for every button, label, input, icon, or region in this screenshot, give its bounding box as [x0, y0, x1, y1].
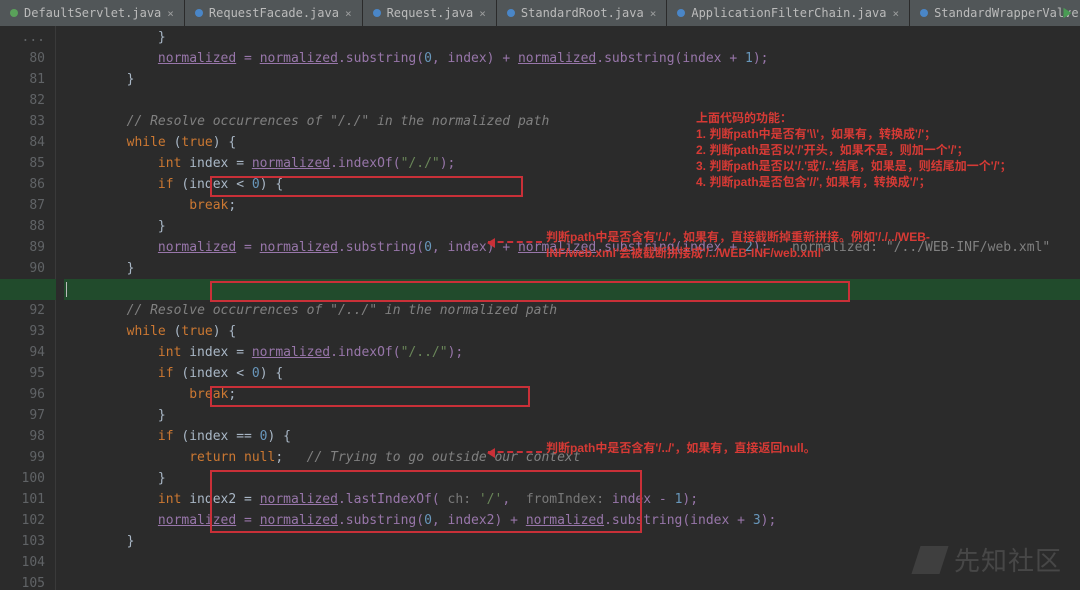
line-number: 88 [0, 216, 45, 237]
line-number: 103 [0, 531, 45, 552]
code-line-86[interactable]: int index = normalized.indexOf("/./"); [64, 153, 1080, 174]
line-number: 93 [0, 321, 45, 342]
close-tab-icon[interactable]: × [479, 7, 486, 20]
code-line-105[interactable] [64, 552, 1080, 573]
code-line-83[interactable] [64, 90, 1080, 111]
java-file-icon [195, 9, 203, 17]
code-line-102[interactable]: int index2 = normalized.lastIndexOf( ch:… [64, 489, 1080, 510]
line-number: 105 [0, 573, 45, 590]
code-line-89[interactable]: } [64, 216, 1080, 237]
line-number: 99 [0, 447, 45, 468]
tab-label: ApplicationFilterChain.java [691, 6, 886, 20]
line-number: 95 [0, 363, 45, 384]
tab-label: DefaultServlet.java [24, 6, 161, 20]
java-file-icon [373, 9, 381, 17]
tab-label: StandardRoot.java [521, 6, 644, 20]
line-number: 89 [0, 237, 45, 258]
code-line-98[interactable]: } [64, 405, 1080, 426]
run-button[interactable] [1058, 4, 1076, 22]
code-line-92[interactable] [64, 279, 1080, 300]
line-number: 80 [0, 48, 45, 69]
code-line-90[interactable]: normalized = normalized.substring(0, ind… [64, 237, 1080, 258]
code-line-100[interactable]: return null; // Trying to go outside our… [64, 447, 1080, 468]
code-line-97[interactable]: break; [64, 384, 1080, 405]
java-file-icon [10, 9, 18, 17]
code-line-104[interactable]: } [64, 531, 1080, 552]
code-line-96[interactable]: if (index < 0) { [64, 363, 1080, 384]
code-line-91[interactable]: } [64, 258, 1080, 279]
code-editor[interactable]: ... 808182838485868788899091929394959697… [0, 26, 1080, 590]
editor-tab-2[interactable]: Request.java × [363, 0, 497, 26]
code-line-95[interactable]: int index = normalized.indexOf("/../"); [64, 342, 1080, 363]
line-number: 83 [0, 111, 45, 132]
close-tab-icon[interactable]: × [345, 7, 352, 20]
line-number: 104 [0, 552, 45, 573]
code-line-82[interactable]: } [64, 69, 1080, 90]
line-number: 92 [0, 300, 45, 321]
code-area[interactable]: } normalized = normalized.substring(0, i… [56, 26, 1080, 590]
java-file-icon [507, 9, 515, 17]
line-number: 98 [0, 426, 45, 447]
editor-tab-3[interactable]: StandardRoot.java × [497, 0, 667, 26]
line-number: 96 [0, 384, 45, 405]
gutter-ellipsis: ... [0, 27, 45, 48]
code-line-84[interactable]: // Resolve occurrences of "/./" in the n… [64, 111, 1080, 132]
editor-tab-5[interactable]: StandardWrapperValve.java× [910, 0, 1080, 26]
editor-tab-1[interactable]: RequestFacade.java × [185, 0, 363, 26]
java-file-icon [920, 9, 928, 17]
line-number-gutter: ... 808182838485868788899091929394959697… [0, 26, 56, 590]
close-tab-icon[interactable]: × [650, 7, 657, 20]
code-line-93[interactable]: // Resolve occurrences of "/../" in the … [64, 300, 1080, 321]
code-line-101[interactable]: } [64, 468, 1080, 489]
java-file-icon [677, 9, 685, 17]
run-icon [1060, 6, 1074, 20]
line-number: 101 [0, 489, 45, 510]
line-number: 94 [0, 342, 45, 363]
line-number: 87 [0, 195, 45, 216]
line-number: 102 [0, 510, 45, 531]
line-number: 84 [0, 132, 45, 153]
editor-tab-4[interactable]: ApplicationFilterChain.java × [667, 0, 910, 26]
close-tab-icon[interactable]: × [892, 7, 899, 20]
code-line-85[interactable]: while (true) { [64, 132, 1080, 153]
line-number: 90 [0, 258, 45, 279]
editor-tab-0[interactable]: DefaultServlet.java × [0, 0, 185, 26]
line-number: 97 [0, 405, 45, 426]
editor-tab-bar: DefaultServlet.java×RequestFacade.java×R… [0, 0, 1080, 26]
line-number: 82 [0, 90, 45, 111]
code-line-87[interactable]: if (index < 0) { [64, 174, 1080, 195]
code-line-99[interactable]: if (index == 0) { [64, 426, 1080, 447]
code-line-94[interactable]: while (true) { [64, 321, 1080, 342]
line-number: 85 [0, 153, 45, 174]
code-line-88[interactable]: break; [64, 195, 1080, 216]
line-number: 100 [0, 468, 45, 489]
tab-label: RequestFacade.java [209, 6, 339, 20]
tab-label: Request.java [387, 6, 474, 20]
code-line-80[interactable]: } [64, 27, 1080, 48]
line-number: 86 [0, 174, 45, 195]
line-number: 81 [0, 69, 45, 90]
close-tab-icon[interactable]: × [167, 7, 174, 20]
code-line-103[interactable]: normalized = normalized.substring(0, ind… [64, 510, 1080, 531]
code-line-81[interactable]: normalized = normalized.substring(0, ind… [64, 48, 1080, 69]
